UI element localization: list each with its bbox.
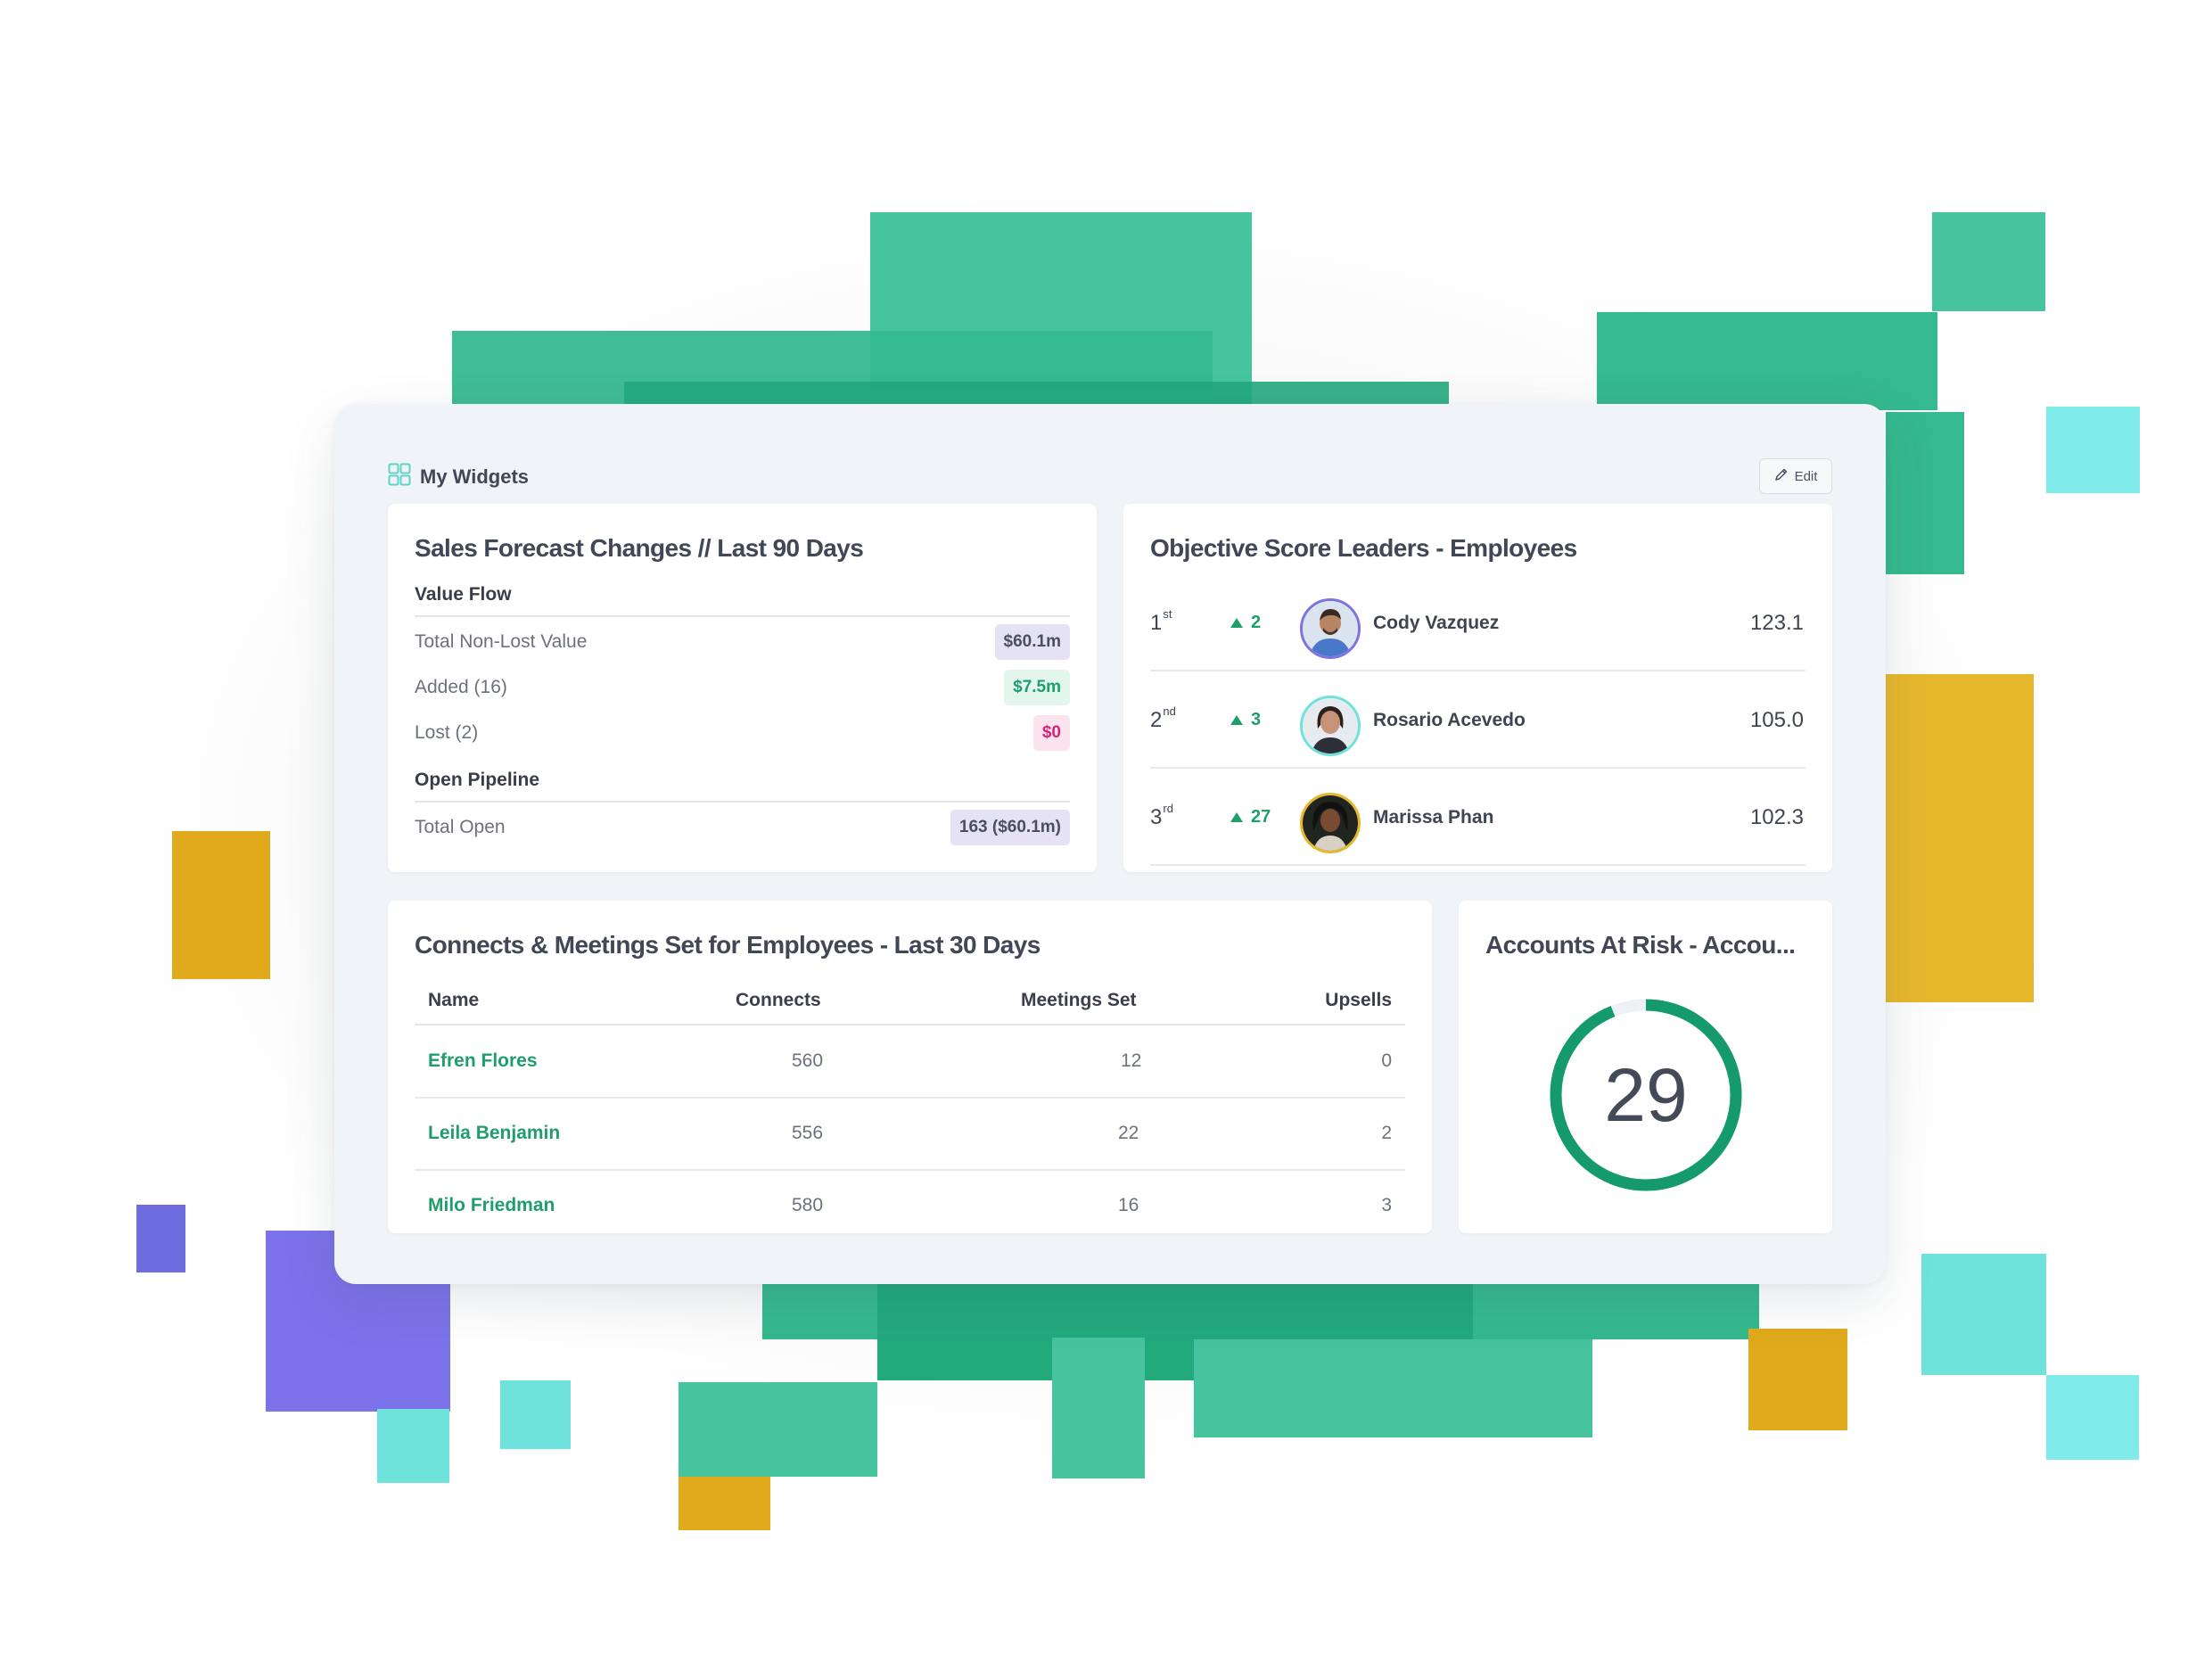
metric-value-badge: $60.1m: [994, 624, 1070, 660]
deco-block: [1194, 1339, 1592, 1437]
divider: [1150, 670, 1806, 671]
metric-row: Total Open 163 ($60.1m): [415, 810, 1070, 845]
leader-row[interactable]: 1st 2 Cody Vazquez 123.1: [1150, 579, 1806, 675]
deco-block: [500, 1380, 571, 1449]
meetings-value: 16: [1118, 1195, 1139, 1215]
dashboard-panel: My Widgets Edit Sales Forecast Changes /…: [334, 404, 1886, 1284]
upsells-value: 2: [1381, 1123, 1392, 1143]
deco-block: [679, 1477, 770, 1530]
connects-value: 580: [792, 1195, 824, 1215]
deco-block: [1597, 312, 1937, 410]
deco-block: [1748, 1329, 1847, 1430]
avatar: [1300, 598, 1361, 659]
widgets-grid-icon: [388, 463, 411, 490]
divider: [1150, 767, 1806, 769]
rank: 2nd: [1150, 704, 1176, 732]
widget-title: Accounts At Risk - Accou...: [1485, 931, 1796, 959]
widget-title: Connects & Meetings Set for Employees - …: [415, 931, 1041, 959]
connects-meetings-widget: Connects & Meetings Set for Employees - …: [388, 901, 1432, 1233]
column-header-connects[interactable]: Connects: [736, 990, 821, 1011]
section-heading: Open Pipeline: [415, 770, 540, 790]
edit-label: Edit: [1794, 468, 1818, 484]
divider: [1150, 864, 1806, 866]
score-value: 123.1: [1749, 611, 1804, 635]
upsells-value: 0: [1381, 1050, 1392, 1071]
deco-block: [679, 1382, 877, 1477]
up-arrow-icon: [1230, 715, 1243, 725]
section-heading: Value Flow: [415, 584, 512, 605]
avatar: [1300, 696, 1361, 756]
deco-block: [377, 1409, 449, 1483]
meetings-value: 22: [1118, 1123, 1139, 1143]
page-title: My Widgets: [420, 465, 530, 488]
leader-row[interactable]: 2nd 3 Rosario Acevedo 105.0: [1150, 676, 1806, 772]
table-header: Name Connects Meetings Set Upsells: [415, 979, 1405, 1025]
divider: [415, 615, 1070, 617]
deco-block: [1886, 674, 2034, 1002]
employee-link[interactable]: Leila Benjamin: [428, 1123, 560, 1144]
column-header-upsells[interactable]: Upsells: [1325, 990, 1392, 1011]
metric-value-badge: 163 ($60.1m): [950, 810, 1070, 845]
leader-row[interactable]: 3rd 27 Marissa Phan 102.3: [1150, 773, 1806, 869]
employee-name: Cody Vazquez: [1373, 613, 1500, 633]
deco-block: [172, 831, 270, 979]
column-header-name[interactable]: Name: [428, 990, 479, 1011]
avatar: [1300, 793, 1361, 853]
accounts-at-risk-widget: Accounts At Risk - Accou... 29: [1459, 901, 1832, 1233]
metric-label: Added (16): [415, 677, 507, 697]
gauge-value: 29: [1604, 1053, 1687, 1137]
rank: 3rd: [1150, 802, 1173, 829]
connects-value: 560: [792, 1050, 824, 1071]
metric-value-badge: $7.5m: [1004, 670, 1070, 705]
deco-block: [2046, 407, 2140, 493]
metric-row: Lost (2) $0: [415, 715, 1070, 751]
rank-change: 27: [1230, 807, 1271, 828]
deco-block: [1921, 1254, 2046, 1375]
rank: 1st: [1150, 607, 1172, 635]
deco-block: [1052, 1338, 1145, 1478]
deco-block: [1932, 212, 2045, 311]
meetings-value: 12: [1121, 1050, 1142, 1071]
metric-row: Total Non-Lost Value $60.1m: [415, 624, 1070, 660]
metric-row: Added (16) $7.5m: [415, 670, 1070, 705]
score-leaders-widget: Objective Score Leaders - Employees 1st …: [1123, 504, 1832, 872]
employee-name: Marissa Phan: [1373, 807, 1494, 828]
panel-header: My Widgets: [388, 463, 529, 490]
sales-forecast-widget: Sales Forecast Changes // Last 90 Days V…: [388, 504, 1097, 872]
rank-change: 2: [1230, 613, 1261, 633]
deco-block: [1886, 412, 1964, 574]
upsells-value: 3: [1381, 1195, 1392, 1215]
up-arrow-icon: [1230, 812, 1243, 822]
employee-name: Rosario Acevedo: [1373, 710, 1526, 730]
connects-table: Name Connects Meetings Set Upsells Efren…: [415, 979, 1405, 1233]
score-value: 105.0: [1749, 708, 1804, 732]
widget-title: Objective Score Leaders - Employees: [1150, 534, 1577, 562]
metric-label: Lost (2): [415, 722, 479, 743]
deco-block: [136, 1205, 185, 1272]
column-header-meetings[interactable]: Meetings Set: [1021, 990, 1137, 1011]
connects-value: 556: [792, 1123, 824, 1143]
widget-title: Sales Forecast Changes // Last 90 Days: [415, 534, 864, 562]
risk-gauge: 29: [1550, 999, 1742, 1191]
metric-value-badge: $0: [1032, 715, 1070, 751]
metric-label: Total Non-Lost Value: [415, 631, 588, 652]
employee-link[interactable]: Efren Flores: [428, 1050, 538, 1072]
divider: [415, 801, 1070, 803]
pencil-icon: [1774, 467, 1789, 485]
rank-change: 3: [1230, 710, 1261, 730]
table-row: Milo Friedman 580 16 3: [415, 1170, 1405, 1241]
score-value: 102.3: [1749, 805, 1804, 829]
table-row: Efren Flores 560 12 0: [415, 1025, 1405, 1097]
employee-link[interactable]: Milo Friedman: [428, 1195, 555, 1216]
table-row: Leila Benjamin 556 22 2: [415, 1098, 1405, 1169]
deco-block: [2046, 1375, 2139, 1460]
up-arrow-icon: [1230, 618, 1243, 628]
metric-label: Total Open: [415, 817, 506, 837]
edit-button[interactable]: Edit: [1759, 458, 1832, 494]
